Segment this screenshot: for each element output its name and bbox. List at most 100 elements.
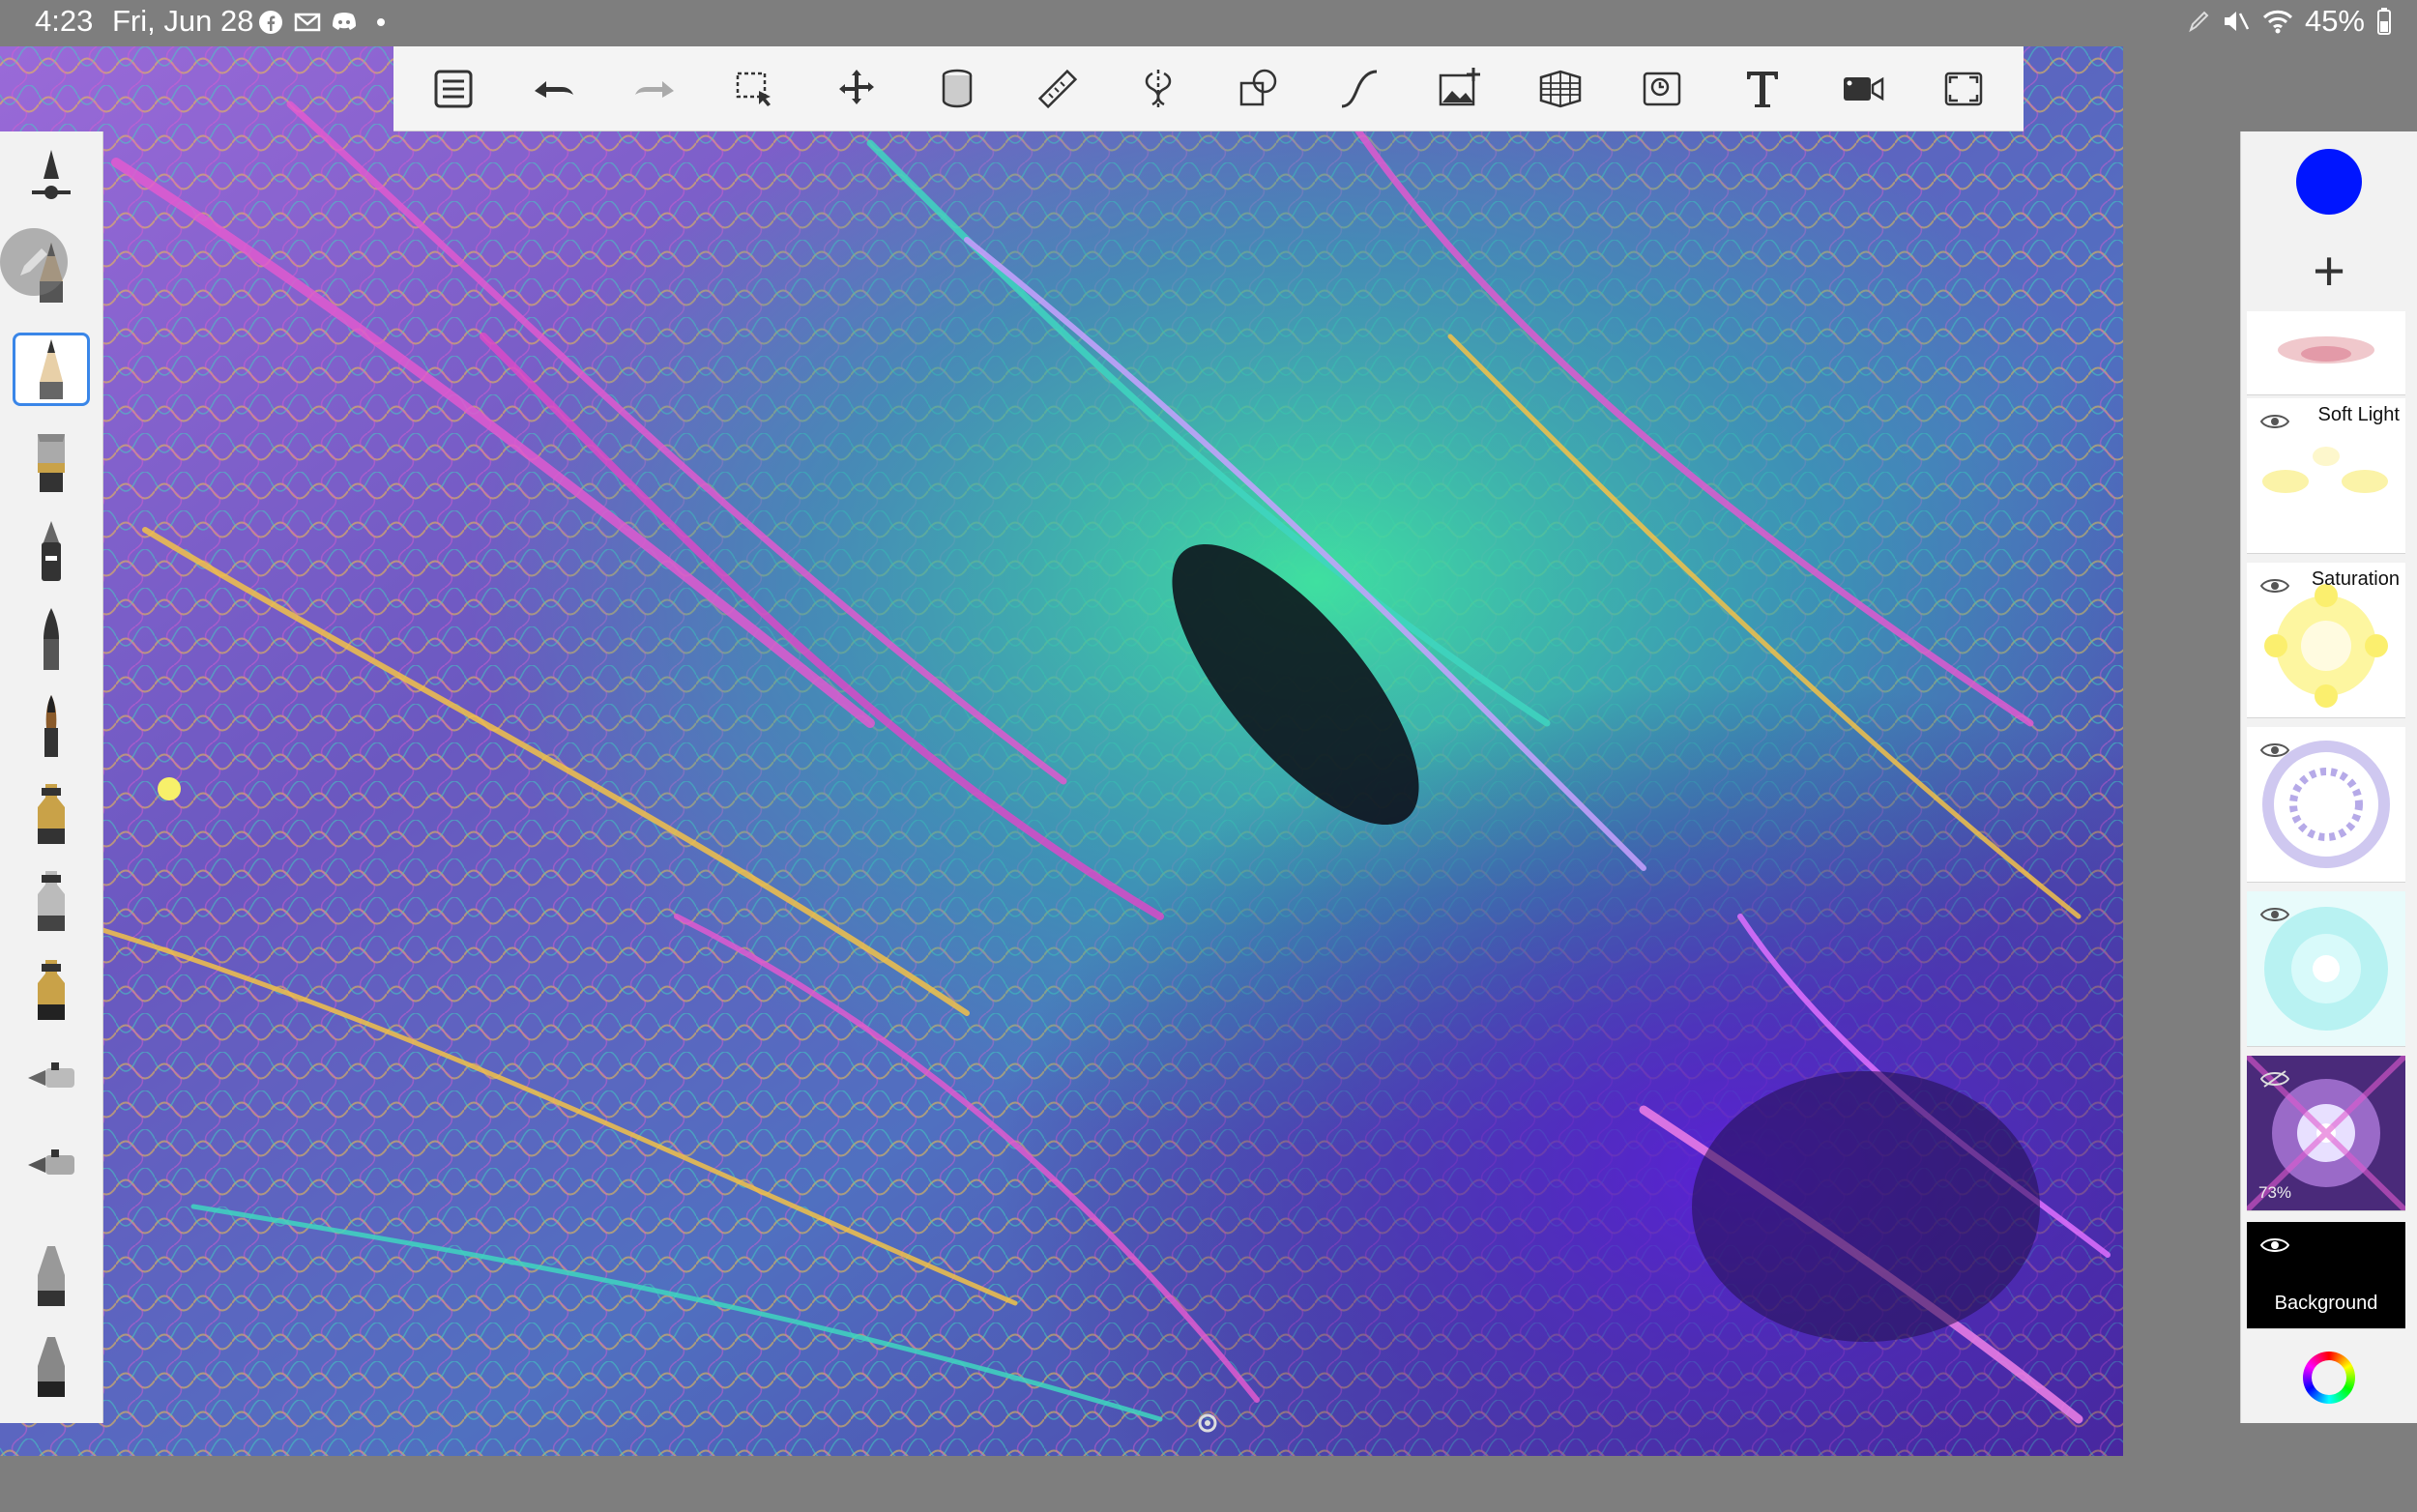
eye-icon[interactable] bbox=[2260, 741, 2289, 760]
drawing-canvas[interactable] bbox=[0, 46, 2123, 1456]
eye-icon[interactable] bbox=[2260, 576, 2289, 596]
undo-button[interactable] bbox=[520, 55, 588, 123]
selection-icon bbox=[737, 72, 772, 106]
symmetry-icon bbox=[1145, 69, 1172, 108]
text-button[interactable] bbox=[1729, 55, 1796, 123]
add-layer-button[interactable]: + bbox=[2295, 238, 2363, 305]
plus-icon: + bbox=[2313, 240, 2345, 303]
calligraphy-brush-icon bbox=[44, 695, 58, 757]
flat-brush-icon bbox=[38, 434, 65, 492]
brush-settings-button[interactable] bbox=[13, 143, 90, 217]
undo-icon bbox=[535, 80, 574, 98]
airbrush-icon bbox=[38, 784, 65, 844]
airbrush-icon bbox=[38, 871, 65, 931]
spray-brush-icon bbox=[28, 1062, 74, 1088]
layer-item[interactable] bbox=[2247, 727, 2405, 883]
brush-settings-icon bbox=[32, 150, 71, 199]
fill-bucket-icon bbox=[942, 69, 972, 107]
ruler-button[interactable] bbox=[1024, 55, 1092, 123]
brush-library-panel bbox=[0, 131, 103, 1423]
eye-hidden-icon[interactable] bbox=[2260, 1069, 2289, 1089]
brush-spray-2[interactable] bbox=[13, 1129, 90, 1203]
artwork bbox=[0, 46, 2123, 1456]
facebook-icon bbox=[257, 9, 284, 36]
image-add-icon bbox=[1440, 67, 1481, 105]
brush-calligraphy[interactable] bbox=[13, 690, 90, 764]
ink-brush-icon bbox=[44, 608, 59, 670]
brush-spray-1[interactable] bbox=[13, 1042, 90, 1116]
gmail-icon bbox=[294, 9, 321, 36]
text-icon bbox=[1746, 71, 1778, 107]
color-wheel-button[interactable] bbox=[2303, 1352, 2355, 1404]
ruler-icon bbox=[1037, 69, 1077, 108]
canvas-handle-icon[interactable] bbox=[1193, 1411, 1222, 1435]
brush-airbrush-2[interactable] bbox=[13, 864, 90, 938]
current-color-swatch[interactable] bbox=[2296, 149, 2362, 215]
spray-brush-icon bbox=[28, 1149, 74, 1175]
background-layer[interactable]: Background bbox=[2247, 1222, 2405, 1329]
status-bar: 4:23 Fri, Jun 28 45% bbox=[0, 0, 2417, 44]
video-record-button[interactable] bbox=[1829, 55, 1897, 123]
perspective-grid-icon bbox=[1540, 70, 1582, 107]
dot-icon bbox=[367, 9, 394, 36]
brush-marker[interactable] bbox=[13, 514, 90, 588]
layer-item[interactable]: Soft Light bbox=[2247, 398, 2405, 554]
pencil-brush-icon bbox=[40, 339, 63, 399]
brush-pencil-2[interactable] bbox=[13, 333, 90, 406]
fullscreen-button[interactable] bbox=[1930, 55, 1997, 123]
layer-opacity: 73% bbox=[2258, 1183, 2292, 1202]
video-record-icon bbox=[1843, 76, 1884, 101]
mute-icon bbox=[2222, 8, 2251, 35]
layer-blend-mode: Saturation bbox=[2311, 568, 2400, 590]
marker-brush-icon bbox=[42, 521, 61, 581]
brush-flat[interactable] bbox=[13, 425, 90, 499]
eye-icon[interactable] bbox=[2260, 412, 2289, 431]
layer-thumbnail bbox=[2247, 311, 2405, 394]
discord-icon bbox=[331, 9, 358, 36]
image-add-button[interactable] bbox=[1426, 55, 1494, 123]
airbrush-icon bbox=[38, 960, 65, 1020]
battery-icon bbox=[2376, 7, 2392, 36]
time-lapse-icon bbox=[1643, 72, 1680, 105]
top-toolbar bbox=[393, 46, 2024, 131]
selection-button[interactable] bbox=[721, 55, 789, 123]
notification-icons bbox=[257, 8, 394, 37]
eye-icon[interactable] bbox=[2260, 1236, 2289, 1255]
status-time: 4:23 bbox=[35, 4, 94, 38]
transform-button[interactable] bbox=[823, 55, 890, 123]
pen-icon bbox=[2187, 9, 2210, 34]
battery-percent: 45% bbox=[2304, 4, 2365, 38]
brush-airbrush-5[interactable] bbox=[13, 1330, 90, 1404]
fill-button[interactable] bbox=[923, 55, 991, 123]
airbrush-icon bbox=[38, 1337, 65, 1397]
curve-icon bbox=[1342, 70, 1378, 107]
system-status: 45% bbox=[2187, 4, 2392, 39]
fullscreen-icon bbox=[1944, 72, 1983, 105]
background-layer-name: Background bbox=[2274, 1293, 2378, 1314]
layer-item[interactable]: Saturation bbox=[2247, 563, 2405, 718]
timelapse-button[interactable] bbox=[1628, 55, 1696, 123]
curve-button[interactable] bbox=[1325, 55, 1393, 123]
menu-list-button[interactable] bbox=[420, 55, 487, 123]
layer-item[interactable] bbox=[2247, 891, 2405, 1047]
layer-item[interactable]: 73% bbox=[2247, 1056, 2405, 1211]
brush-airbrush-1[interactable] bbox=[13, 777, 90, 851]
layer-item[interactable] bbox=[2247, 311, 2405, 395]
symmetry-button[interactable] bbox=[1124, 55, 1192, 123]
layers-panel: + Soft Light Saturation 73% Background bbox=[2240, 131, 2417, 1423]
brush-size-indicator[interactable] bbox=[0, 228, 68, 296]
redo-icon bbox=[635, 80, 675, 98]
layer-blend-mode: Soft Light bbox=[2317, 404, 2400, 425]
eye-icon[interactable] bbox=[2260, 905, 2289, 924]
brush-ink[interactable] bbox=[13, 603, 90, 677]
airbrush-icon bbox=[38, 1246, 65, 1306]
cursor-dot bbox=[158, 777, 181, 800]
brush-airbrush-3[interactable] bbox=[13, 953, 90, 1027]
menu-list-icon bbox=[434, 70, 473, 107]
brush-airbrush-4[interactable] bbox=[13, 1239, 90, 1313]
wifi-icon bbox=[2262, 9, 2293, 34]
status-date: Fri, Jun 28 bbox=[112, 4, 254, 38]
redo-button[interactable] bbox=[621, 55, 688, 123]
perspective-button[interactable] bbox=[1527, 55, 1594, 123]
shapes-button[interactable] bbox=[1225, 55, 1293, 123]
